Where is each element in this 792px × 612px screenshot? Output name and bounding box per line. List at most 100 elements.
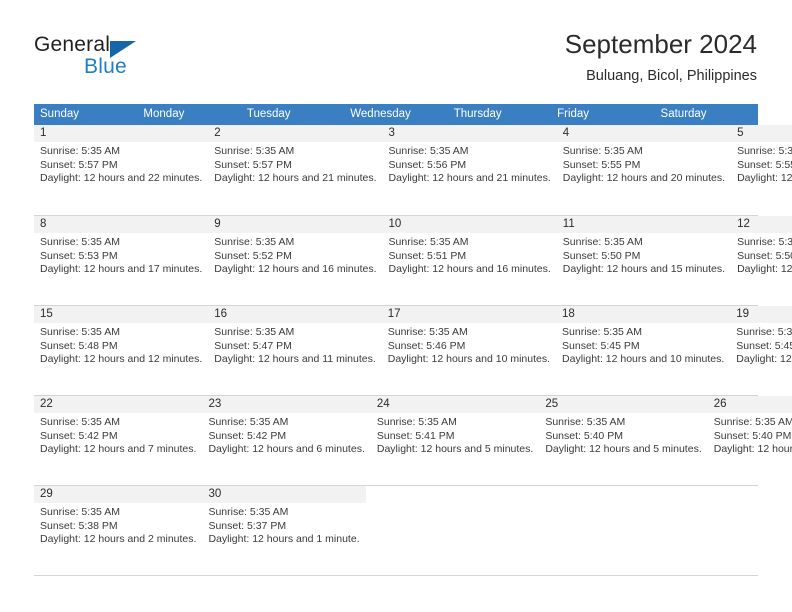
day-sun-info: Sunrise: 5:35 AM Sunset: 5:46 PM Daylight:… [382, 323, 556, 367]
calendar-week-row: 1 Sunrise: 5:35 AM Sunset: 5:57 PM Daylight… [34, 125, 792, 215]
calendar-day-cell[interactable]: 16 Sunrise: 5:35 AM Sunset: 5:47 PM Dayligh… [208, 306, 382, 395]
sunset-text: Sunset: 5:46 PM [387, 339, 466, 352]
daylight-text: Daylight: 12 hours and 14 minutes. [737, 263, 792, 276]
calendar-day-cell[interactable]: 18 Sunrise: 5:35 AM Sunset: 5:45 PM Dayligh… [556, 306, 731, 395]
daylight-text: Daylight: 12 hours and 4 minutes. [713, 443, 792, 456]
sunrise-text: Sunrise: 5:35 AM [40, 236, 120, 248]
sunrise-text: Sunrise: 5:35 AM [40, 326, 120, 338]
calendar-grid: Sunday Monday Tuesday Wednesday Thursday… [34, 104, 792, 576]
calendar-day-cell[interactable]: 19Sunrise: 5:35 AMSunset: 5:45 PMDayligh… [730, 306, 792, 395]
day-number [680, 486, 758, 503]
calendar-day-cell[interactable]: 17 Sunrise: 5:35 AM Sunset: 5:46 PM Dayligh… [381, 306, 557, 395]
sunrise-text: Sunrise: 5:35 AM [40, 506, 120, 518]
calendar-week-row: 15 Sunrise: 5:35 AM Sunset: 5:48 PM Dayligh… [34, 305, 792, 395]
sunset-text: Sunset: 5:55 PM [737, 158, 792, 171]
sunrise-text: Sunrise: 5:35 AM [387, 326, 468, 338]
sunset-text: Sunset: 5:52 PM [214, 249, 292, 262]
sunset-text: Sunset: 5:42 PM [40, 429, 118, 442]
calendar-day-cell[interactable]: 10 Sunrise: 5:35 AM Sunset: 5:51 PM Dayligh… [382, 216, 557, 305]
weekday-header-row: Sunday Monday Tuesday Wednesday Thursday… [34, 104, 758, 125]
sunrise-text: Sunrise: 5:35 AM [737, 145, 792, 157]
daylight-text: Daylight: 12 hours and 21 minutes. [388, 172, 551, 185]
page-title: September 2024 [564, 29, 757, 59]
calendar-day-cell[interactable]: 5Sunrise: 5:35 AMSunset: 5:55 PMDaylight… [731, 125, 792, 215]
day-number: 19 [730, 306, 792, 323]
day-sun-info: Sunrise: 5:35 AM Sunset: 5:42 PM Daylight:… [34, 413, 202, 457]
day-sun-info: Sunrise: 5:35 AM Sunset: 5:52 PM Daylight:… [208, 233, 382, 277]
sunset-text: Sunset: 5:51 PM [388, 249, 467, 262]
day-sun-info: Sunrise: 5:35 AM Sunset: 5:57 PM Daylight:… [208, 142, 382, 186]
sunset-text: Sunset: 5:40 PM [713, 429, 792, 442]
calendar-day-cell[interactable]: 8 Sunrise: 5:35 AM Sunset: 5:53 PM Daylight… [34, 216, 209, 305]
calendar-day-cell[interactable]: 23 Sunrise: 5:35 AM Sunset: 5:42 PM Dayligh… [202, 396, 371, 485]
sunrise-text: Sunrise: 5:35 AM [388, 236, 469, 248]
sunrise-text: Sunrise: 5:35 AM [40, 145, 120, 157]
sunrise-text: Sunrise: 5:35 AM [545, 416, 626, 428]
day-sun-info: Sunrise: 5:35 AM Sunset: 5:40 PM Daylight:… [708, 413, 792, 457]
calendar-day-cell[interactable]: 30 Sunrise: 5:35 AM Sunset: 5:37 PM Dayligh… [202, 486, 366, 575]
day-number: 3 [382, 125, 557, 142]
sunset-text: Sunset: 5:47 PM [214, 339, 292, 352]
sunset-text: Sunset: 5:40 PM [545, 429, 623, 442]
sunset-text: Sunset: 5:41 PM [376, 429, 455, 442]
day-sun-info: Sunrise: 5:35 AM Sunset: 5:48 PM Daylight:… [34, 323, 208, 367]
daylight-text: Daylight: 12 hours and 10 minutes. [562, 353, 725, 366]
sunrise-text: Sunrise: 5:35 AM [208, 416, 289, 428]
sunrise-text: Sunrise: 5:35 AM [388, 145, 469, 157]
day-number: 17 [381, 306, 557, 323]
daylight-text: Daylight: 12 hours and 5 minutes. [545, 443, 702, 456]
sunset-text: Sunset: 5:42 PM [208, 429, 287, 442]
calendar-day-cell[interactable]: 29 Sunrise: 5:35 AM Sunset: 5:38 PM Dayligh… [34, 486, 203, 575]
calendar-day-cell[interactable]: 15 Sunrise: 5:35 AM Sunset: 5:48 PM Dayligh… [34, 306, 209, 395]
sunset-text: Sunset: 5:48 PM [40, 339, 118, 352]
sunrise-text: Sunrise: 5:35 AM [208, 506, 289, 518]
sunset-text: Sunset: 5:57 PM [40, 158, 118, 171]
day-number: 15 [34, 306, 209, 323]
sunset-text: Sunset: 5:37 PM [208, 519, 287, 532]
calendar-day-cell[interactable]: 3 Sunrise: 5:35 AM Sunset: 5:56 PM Daylight… [382, 125, 557, 215]
day-number: 25 [539, 396, 708, 413]
day-sun-info: Sunrise: 5:35 AM Sunset: 5:38 PM Daylight:… [34, 503, 202, 547]
calendar-day-cell-empty [523, 486, 601, 575]
calendar-day-cell[interactable]: 12Sunrise: 5:35 AMSunset: 5:50 PMDayligh… [731, 216, 792, 305]
sunrise-text: Sunrise: 5:35 AM [713, 416, 792, 428]
day-number: 2 [208, 125, 383, 142]
day-sun-info: Sunrise: 5:35 AM Sunset: 5:53 PM Daylight:… [34, 233, 208, 277]
day-sun-info: Sunrise: 5:35 AMSunset: 5:50 PMDaylight:… [557, 233, 731, 277]
day-number: 8 [34, 216, 209, 233]
weekday-header-tuesday: Tuesday [246, 108, 291, 120]
calendar-day-cell[interactable]: 26 Sunrise: 5:35 AM Sunset: 5:40 PM Dayligh… [707, 396, 792, 485]
calendar-day-cell[interactable]: 25 Sunrise: 5:35 AM Sunset: 5:40 PM Dayligh… [539, 396, 708, 485]
calendar-day-cell[interactable]: 11 Sunrise: 5:35 AM Sunset: 5:50 PM Dayligh… [556, 216, 732, 305]
sunrise-text: Sunrise: 5:35 AM [214, 145, 295, 157]
title-block: September 2024 Buluang, Bicol, Philippin… [565, 28, 757, 86]
sunset-text: Sunset: 5:45 PM [736, 339, 792, 352]
day-number: 24 [370, 396, 540, 413]
day-number [366, 486, 444, 503]
calendar-page: General Blue September 2024 Buluang, Bic… [0, 0, 792, 612]
calendar-day-cell[interactable]: 22 Sunrise: 5:35 AM Sunset: 5:42 PM Dayligh… [34, 396, 203, 485]
daylight-text: Daylight: 12 hours and 17 minutes. [40, 263, 203, 276]
sunset-text: Sunset: 5:57 PM [214, 158, 292, 171]
general-blue-logo: General Blue [34, 33, 234, 85]
day-number [523, 486, 601, 503]
day-sun-info: Sunrise: 5:35 AMSunset: 5:45 PMDaylight:… [556, 323, 730, 367]
daylight-text: Daylight: 12 hours and 6 minutes. [208, 443, 365, 456]
calendar-day-cell[interactable]: 4 Sunrise: 5:35 AM Sunset: 5:55 PM Daylight… [556, 125, 732, 215]
calendar-day-cell[interactable]: 2 Sunrise: 5:35 AM Sunset: 5:57 PM Daylight… [208, 125, 383, 215]
sunset-text: Sunset: 5:53 PM [40, 249, 118, 262]
calendar-day-cell[interactable]: 9 Sunrise: 5:35 AM Sunset: 5:52 PM Daylight… [208, 216, 383, 305]
calendar-week-row: 22 Sunrise: 5:35 AM Sunset: 5:42 PM Dayligh… [34, 395, 792, 485]
calendar-day-cell[interactable]: 1 Sunrise: 5:35 AM Sunset: 5:57 PM Daylight… [34, 125, 209, 215]
day-number: 5 [731, 125, 792, 142]
weekday-header-thursday: Thursday [453, 108, 502, 120]
weekday-header-saturday: Saturday [660, 108, 707, 120]
daylight-text: Daylight: 12 hours and 7 minutes. [40, 443, 197, 456]
daylight-text: Daylight: 12 hours and 16 minutes. [388, 263, 551, 276]
sunrise-text: Sunrise: 5:35 AM [562, 145, 643, 157]
day-sun-info: Sunrise: 5:35 AM Sunset: 5:40 PM Daylight:… [539, 413, 707, 457]
day-sun-info: Sunrise: 5:35 AM Sunset: 5:42 PM Daylight:… [202, 413, 370, 457]
day-sun-info: Sunrise: 5:35 AM Sunset: 5:56 PM Daylight:… [383, 142, 557, 186]
calendar-day-cell[interactable]: 24 Sunrise: 5:35 AM Sunset: 5:41 PM Dayligh… [370, 396, 540, 485]
day-number: 22 [34, 396, 203, 413]
